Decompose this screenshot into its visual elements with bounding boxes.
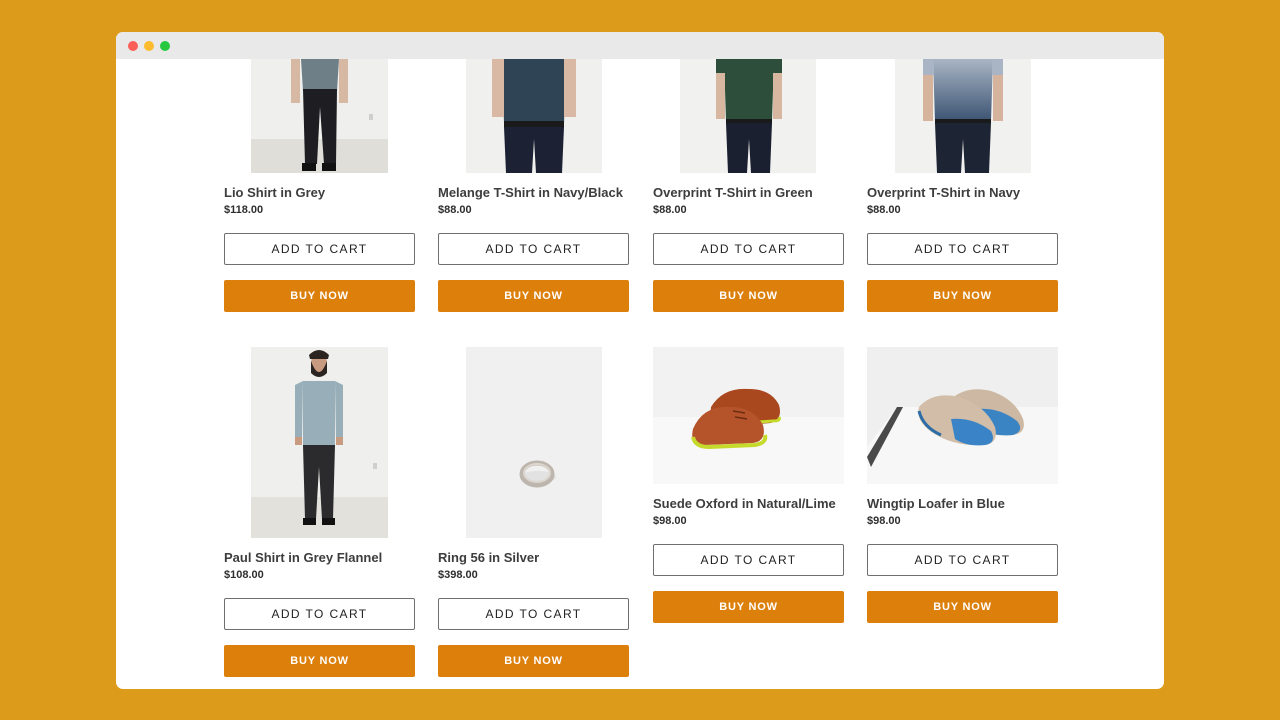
close-window-icon[interactable] <box>128 41 138 51</box>
add-to-cart-button[interactable]: ADD TO CART <box>653 544 844 576</box>
browser-window: Lio Shirt in Grey $118.00 ADD TO CART BU… <box>116 32 1164 689</box>
product-title[interactable]: Ring 56 in Silver <box>438 550 539 565</box>
buy-now-button[interactable]: BUY NOW <box>867 591 1058 623</box>
buy-now-button[interactable]: BUY NOW <box>653 591 844 623</box>
product-title[interactable]: Wingtip Loafer in Blue <box>867 496 1005 511</box>
product-title[interactable]: Lio Shirt in Grey <box>224 185 325 200</box>
product-price: $88.00 <box>653 204 687 216</box>
add-to-cart-button[interactable]: ADD TO CART <box>224 598 415 630</box>
product-image[interactable] <box>251 347 388 538</box>
product-price: $88.00 <box>867 204 901 216</box>
buy-now-button[interactable]: BUY NOW <box>438 645 629 677</box>
window-titlebar <box>116 32 1164 59</box>
product-price: $398.00 <box>438 569 478 581</box>
product-price: $98.00 <box>867 515 901 527</box>
maximize-window-icon[interactable] <box>160 41 170 51</box>
add-to-cart-button[interactable]: ADD TO CART <box>224 233 415 265</box>
product-grid: Lio Shirt in Grey $118.00 ADD TO CART BU… <box>116 59 1164 689</box>
man-green-tshirt-image <box>680 59 816 173</box>
product-title[interactable]: Paul Shirt in Grey Flannel <box>224 550 382 565</box>
man-navy-gradient-tshirt-image <box>895 59 1031 173</box>
buy-now-button[interactable]: BUY NOW <box>653 280 844 312</box>
product-image[interactable] <box>867 347 1058 484</box>
add-to-cart-button[interactable]: ADD TO CART <box>438 598 629 630</box>
suede-oxford-shoes-image <box>653 347 844 484</box>
product-price: $98.00 <box>653 515 687 527</box>
man-grey-shirt-image <box>251 59 388 173</box>
wingtip-loafer-shoes-image <box>867 347 1058 484</box>
minimize-window-icon[interactable] <box>144 41 154 51</box>
silver-ring-image <box>466 347 602 538</box>
product-image[interactable] <box>251 59 388 173</box>
man-flannel-shirt-image <box>251 347 388 538</box>
add-to-cart-button[interactable]: ADD TO CART <box>867 233 1058 265</box>
product-title[interactable]: Overprint T-Shirt in Green <box>653 185 813 200</box>
product-title[interactable]: Suede Oxford in Natural/Lime <box>653 496 836 511</box>
man-navy-tshirt-image <box>466 59 602 173</box>
product-image[interactable] <box>466 59 602 173</box>
product-price: $118.00 <box>224 204 264 216</box>
product-title[interactable]: Overprint T-Shirt in Navy <box>867 185 1020 200</box>
product-image[interactable] <box>653 347 844 484</box>
buy-now-button[interactable]: BUY NOW <box>867 280 1058 312</box>
product-price: $88.00 <box>438 204 472 216</box>
add-to-cart-button[interactable]: ADD TO CART <box>867 544 1058 576</box>
buy-now-button[interactable]: BUY NOW <box>224 645 415 677</box>
product-image[interactable] <box>466 347 602 538</box>
buy-now-button[interactable]: BUY NOW <box>438 280 629 312</box>
add-to-cart-button[interactable]: ADD TO CART <box>438 233 629 265</box>
product-image[interactable] <box>680 59 816 173</box>
product-image[interactable] <box>895 59 1031 173</box>
product-title[interactable]: Melange T-Shirt in Navy/Black <box>438 185 623 200</box>
product-price: $108.00 <box>224 569 264 581</box>
buy-now-button[interactable]: BUY NOW <box>224 280 415 312</box>
add-to-cart-button[interactable]: ADD TO CART <box>653 233 844 265</box>
